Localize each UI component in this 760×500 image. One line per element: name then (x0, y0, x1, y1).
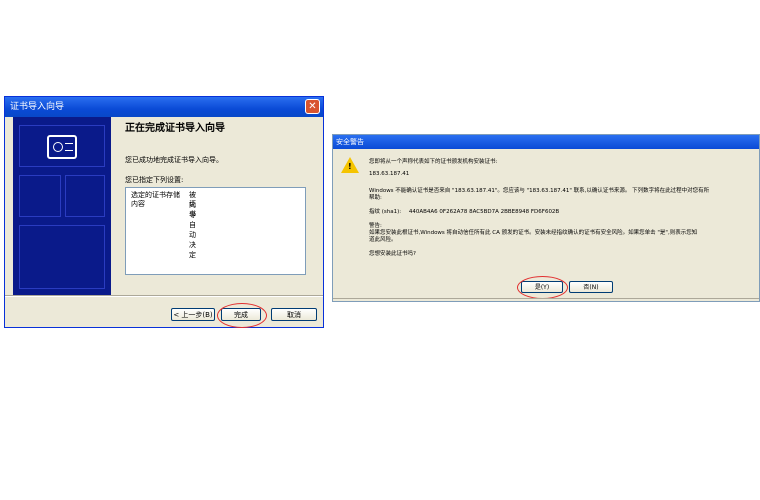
thumbprint-value: 440AB4A6 0F262A78 8AC5BD7A 2BBE8948 FD6F… (408, 209, 560, 215)
validate-text-cont: 帮助: (369, 195, 382, 201)
thumbprint-row: 指纹 (sha1): 440AB4A6 0F262A78 8AC5BD7A 2B… (369, 207, 559, 215)
setting-name: 内容 (131, 200, 145, 208)
question-text: 您想安装此证书吗? (369, 251, 416, 257)
security-title: 安全警告 (336, 138, 364, 146)
setting-value: 证书 (189, 200, 196, 218)
intro-text: 您即将从一个声称代表如下的证书颁发机构安装证书: (369, 159, 498, 165)
wizard-sidebar-graphic (13, 117, 111, 295)
list-item: 内容 证书 (131, 199, 196, 218)
wizard-settings-label: 您已指定下列设置: (125, 176, 184, 184)
warning-text-cont: 道此风险。 (369, 237, 397, 243)
thumbprint-label: 指纹 (sha1): (369, 209, 402, 215)
wizard-body: 正在完成证书导入向导 您已成功地完成证书导入向导。 您已指定下列设置: 选定的证… (5, 117, 323, 295)
no-button[interactable]: 否(N) (569, 281, 613, 293)
divider (333, 298, 759, 299)
certificate-import-wizard-window: 证书导入向导 ✕ 正在完成证书导入向导 您已成功地完成证书导入向导。 您已指定下… (4, 96, 324, 328)
settings-list[interactable]: 选定的证书存储 被向导自动决定 内容 证书 (125, 187, 306, 275)
issuer-text: 183.63.187.41 (369, 171, 410, 177)
cancel-button[interactable]: 取消 (271, 308, 317, 321)
warning-text: 如果您安装此根证书,Windows 将自动信任所有此 CA 颁发的证书。安装未经… (369, 230, 698, 236)
security-warning-window: 安全警告 ! 您即将从一个声称代表如下的证书颁发机构安装证书: 183.63.1… (332, 134, 760, 302)
security-title-bar[interactable]: 安全警告 (333, 135, 759, 149)
setting-name: 选定的证书存储 (131, 191, 180, 199)
divider (5, 295, 323, 297)
wizard-heading: 正在完成证书导入向导 (125, 123, 225, 134)
validate-text: Windows 不能确认证书是否来自 "183.63.187.41"。您应该与 … (369, 188, 710, 194)
finish-highlight-oval (217, 303, 267, 328)
back-button[interactable]: < 上一步(B) (171, 308, 215, 321)
wizard-title: 证书导入向导 (10, 102, 65, 112)
close-icon[interactable]: ✕ (305, 99, 320, 114)
wizard-title-bar[interactable]: 证书导入向导 (5, 97, 323, 117)
warning-exclamation-icon: ! (348, 162, 352, 171)
yes-highlight-oval (517, 276, 568, 299)
wizard-success-text: 您已成功地完成证书导入向导。 (125, 156, 223, 164)
certificate-icon (47, 135, 77, 159)
